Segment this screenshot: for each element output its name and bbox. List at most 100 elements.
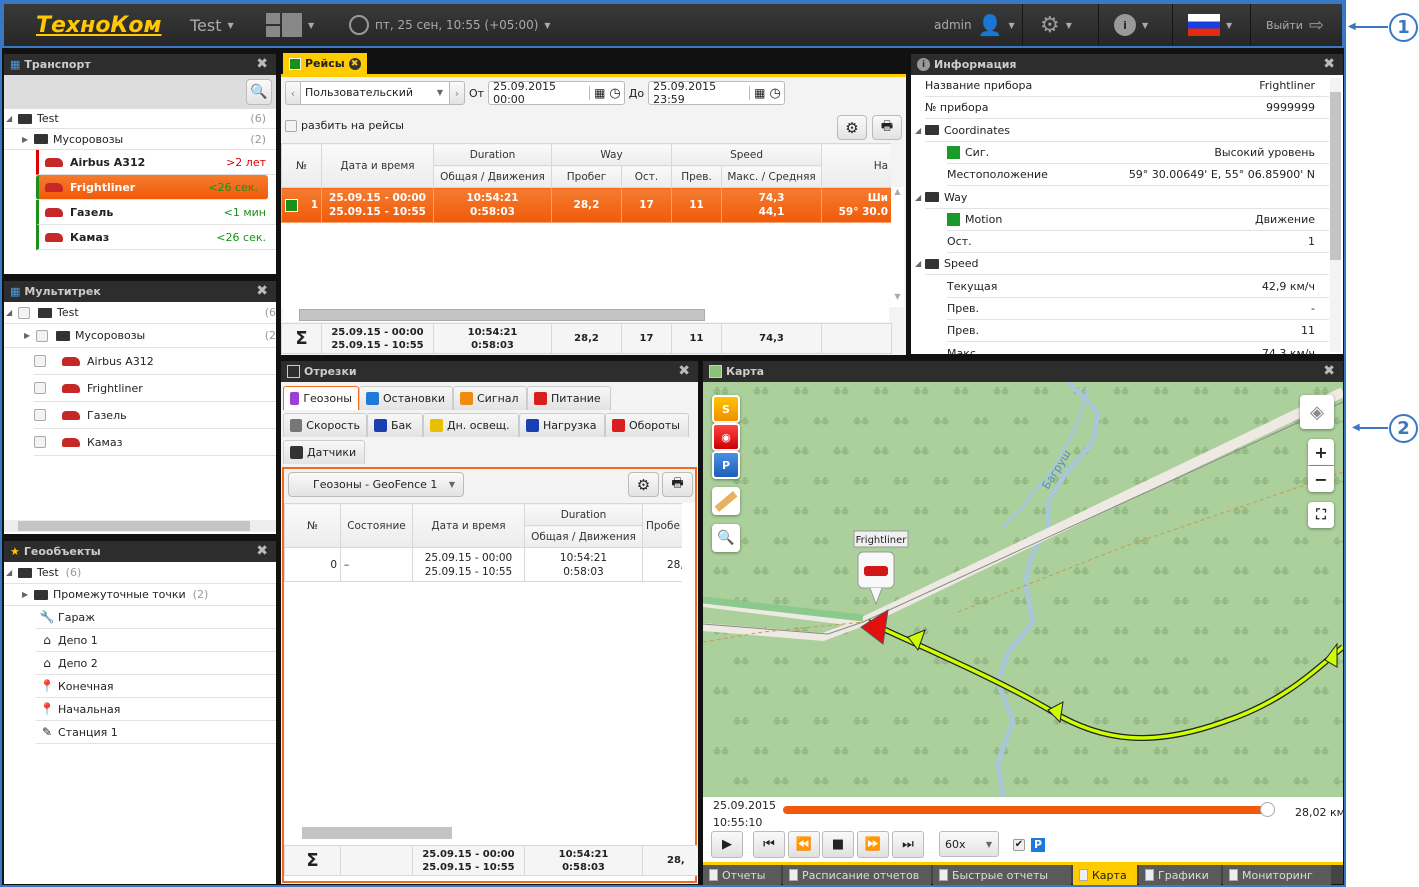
datetime-dropdown[interactable]: пт, 25 сен, 10:55 (+05:00) ▼ [349,4,551,46]
bottom-tab[interactable]: Графики [1139,865,1221,885]
poi-tool-button[interactable]: ◉ [712,423,740,451]
tree-group[interactable]: ◢ Test (6) [4,562,276,584]
user-menu[interactable]: admin 👤 ▼ [934,4,1015,46]
col-duration[interactable]: Duration [433,143,552,166]
ruler-button[interactable] [712,487,740,515]
checkbox[interactable] [34,409,46,421]
skip-end-button[interactable]: ⏭ [892,831,924,858]
vertical-scrollbar[interactable]: ▲ ▼ [891,187,904,307]
zoom-search-button[interactable]: 🔍 [712,524,740,552]
col-total-motion[interactable]: Общая / Движения [524,525,643,548]
slider-handle[interactable] [1260,802,1276,817]
col-datetime[interactable]: Дата и время [412,503,525,548]
tree-group[interactable]: ◢ Test (6) [4,109,276,129]
period-selector[interactable]: ‹ Пользовательский ▼ › [285,81,465,105]
map-canvas[interactable]: ♧♧ ♧♧ ♧♧ ♧♧ ♧♧ ♧♧ ♧♧ ♧♧ ♧♧ ♧♧ ♧♧ ♧♧ ♧♧ ♧♧ ♧♧ ♧♧ ♧♧ ♧♧ ♧♧ ♧♧… [703,382,1343,797]
vehicle-item[interactable]: Газель <1 мин [36,200,276,225]
geoobject-item[interactable]: ✎ Станция 1 [36,721,276,744]
period-select[interactable]: Пользовательский ▼ [300,82,450,104]
next-period-button[interactable]: › [450,87,464,100]
fullscreen-button[interactable]: ⛶ [1308,502,1334,528]
tab-segment[interactable]: Сигнал [453,386,527,410]
col-next[interactable]: На [821,143,891,188]
play-button[interactable]: ▶ [711,831,743,858]
tab-segment[interactable]: Дн. освещ. [423,413,519,437]
tab-segment[interactable]: Нагрузка [519,413,605,437]
close-icon[interactable]: ✖ [256,283,268,299]
geoobject-item[interactable]: 📍 Начальная [36,698,276,721]
col-total-motion[interactable]: Общая / Движения [433,165,552,188]
tree-subgroup[interactable]: ▶ Мусоровозы (2 [4,324,276,348]
calendar-icon[interactable]: ▦ [749,86,769,100]
checkbox[interactable] [36,329,48,342]
col-datetime[interactable]: Дата и время [321,143,434,188]
tab-segment[interactable]: Скорость [283,413,367,437]
col-way[interactable]: Way [550,143,673,166]
horizontal-scrollbar[interactable] [4,520,276,532]
track-tool-button[interactable]: S [712,395,740,423]
stop-button[interactable]: ■ [822,831,854,858]
checkbox[interactable] [34,382,46,394]
collapse-icon[interactable]: ◢ [915,259,921,268]
multitrack-item[interactable]: Frightliner [34,375,276,402]
horizontal-scrollbar[interactable] [283,308,889,322]
col-over[interactable]: Прев. [671,165,723,188]
tab-segment[interactable]: Питание [527,386,611,410]
parking-checkbox[interactable]: ✔ [1013,839,1025,851]
checkbox[interactable] [34,436,46,448]
print-button[interactable]: 🖶 [662,472,693,497]
close-icon[interactable]: ✖ [1323,56,1335,72]
horizontal-scrollbar[interactable] [286,827,678,839]
bottom-tab[interactable]: Быстрые отчеты [933,865,1071,885]
search-button[interactable]: 🔍 [246,79,272,105]
multitrack-item[interactable]: Камаз [34,429,276,456]
multitrack-item[interactable]: Airbus A312 [34,348,276,375]
bottom-tab[interactable]: Расписание отчетов [783,865,931,885]
zoom-out-button[interactable]: − [1308,466,1334,492]
col-speed[interactable]: Speed [671,143,823,166]
bottom-tab[interactable]: Мониторинг [1223,865,1331,885]
tab-segment[interactable]: Датчики [283,440,365,464]
checkbox[interactable] [18,306,30,319]
rewind-button[interactable]: ⏪ [788,831,820,858]
tree-subgroup[interactable]: ▶ Промежуточные точки (2) [4,584,276,606]
clock-icon[interactable]: ◷ [609,86,623,101]
geoobject-item[interactable]: 📍 Конечная [36,675,276,698]
split-trips-checkbox[interactable]: разбить на рейсы [285,119,404,132]
print-button[interactable]: 🖶 [872,115,902,140]
settings-menu[interactable]: ⚙ ▼ [1040,4,1072,46]
checkbox[interactable] [34,355,46,367]
bottom-tab[interactable]: Карта [1073,865,1137,885]
col-mileage[interactable]: Пробег [551,165,622,188]
layout-dropdown[interactable]: ▼ [266,4,314,46]
from-date-input[interactable]: 25.09.2015 00:00 ▦ ◷ [488,80,625,106]
info-menu[interactable]: i ▼ [1114,4,1148,46]
zoom-in-button[interactable]: + [1308,439,1334,465]
tab-segment[interactable]: Бак [367,413,423,437]
logout-button[interactable]: Выйти ⇨ [1266,4,1324,46]
speed-select[interactable]: 60x ▼ [939,831,999,857]
tree-group[interactable]: ◢ Test (6 [4,302,276,324]
parking-tool-button[interactable]: P [712,451,740,479]
close-tab-icon[interactable]: ✖ [348,57,361,70]
close-icon[interactable]: ✖ [256,56,268,72]
account-dropdown[interactable]: Test ▼ [190,4,234,46]
geoobject-item[interactable]: ⌂ Депо 1 [36,629,276,652]
tab-segment[interactable]: Геозоны [283,386,359,410]
skip-start-button[interactable]: ⏮ [753,831,785,858]
tab-trips[interactable]: Рейсы ✖ [283,53,367,74]
vehicle-item[interactable]: Камаз <26 сек. [36,225,276,250]
to-date-input[interactable]: 25.09.2015 23:59 ▦ ◷ [648,80,785,106]
tab-segment[interactable]: Остановки [359,386,453,410]
close-icon[interactable]: ✖ [256,543,268,559]
geoobject-item[interactable]: 🔧 Гараж [36,606,276,629]
vertical-scrollbar[interactable] [1330,78,1341,352]
collapse-icon[interactable]: ◢ [915,126,921,135]
vehicle-item[interactable]: Frightliner <26 сек. [36,175,268,200]
col-state[interactable]: Состояние [340,503,413,548]
table-row[interactable]: 0–25.09.15 - 00:00 25.09.15 - 10:55 10:54:… [284,547,682,582]
fast-forward-button[interactable]: ⏩ [857,831,889,858]
col-maxavg[interactable]: Макс. / Средняя [721,165,823,188]
brand-logo[interactable]: ТехноКом [36,4,162,46]
col-num[interactable]: № [284,503,341,548]
